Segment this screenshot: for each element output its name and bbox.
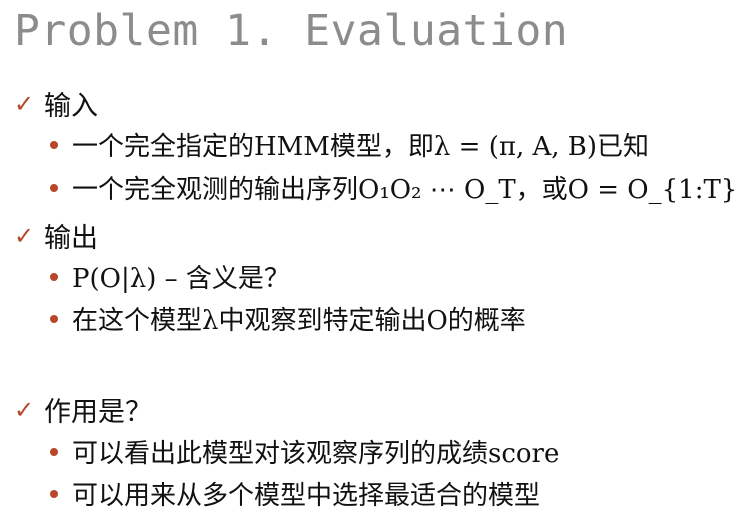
section-heading: 输出 bbox=[44, 223, 98, 254]
section-input: ✓ 输入 bbox=[14, 84, 98, 123]
slide-title: Problem 1. Evaluation bbox=[14, 6, 569, 56]
bullet-item: 一个完全观测的输出序列O₁O₂ ⋯ O_T，或O = O_{1:T} bbox=[48, 169, 736, 206]
bullet-icon bbox=[50, 272, 58, 281]
bullet-icon bbox=[50, 314, 58, 323]
section-heading: 输入 bbox=[44, 91, 98, 122]
bullet-text: 一个完全指定的HMM模型，即λ = (π, A, B)已知 bbox=[72, 132, 650, 162]
bullet-text: 在这个模型λ中观察到特定输出O的概率 bbox=[72, 306, 526, 336]
section-output: ✓ 输出 bbox=[14, 216, 98, 255]
bullet-text: 可以看出此模型对该观察序列的成绩score bbox=[72, 439, 560, 469]
checkmark-icon: ✓ bbox=[14, 221, 35, 250]
bullet-icon bbox=[50, 183, 58, 192]
bullet-item: 一个完全指定的HMM模型，即λ = (π, A, B)已知 bbox=[48, 126, 649, 163]
bullet-item: 在这个模型λ中观察到特定输出O的概率 bbox=[48, 300, 526, 337]
checkmark-icon: ✓ bbox=[14, 89, 35, 118]
bullet-icon bbox=[50, 489, 58, 498]
bullet-icon bbox=[50, 447, 58, 456]
bullet-text: 一个完全观测的输出序列O₁O₂ ⋯ O_T，或O = O_{1:T} bbox=[72, 175, 736, 205]
checkmark-icon: ✓ bbox=[14, 395, 35, 424]
bullet-item: 可以用来从多个模型中选择最适合的模型 bbox=[48, 475, 540, 512]
bullet-item: P(O|λ) – 含义是？ bbox=[48, 258, 290, 295]
bullet-text: 可以用来从多个模型中选择最适合的模型 bbox=[72, 481, 541, 511]
bullet-item: 可以看出此模型对该观察序列的成绩score bbox=[48, 433, 559, 470]
bullet-text: P(O|λ) – 含义是？ bbox=[72, 264, 290, 294]
section-purpose: ✓ 作用是？ bbox=[14, 390, 152, 429]
bullet-icon bbox=[50, 140, 58, 149]
section-heading: 作用是？ bbox=[44, 397, 152, 428]
